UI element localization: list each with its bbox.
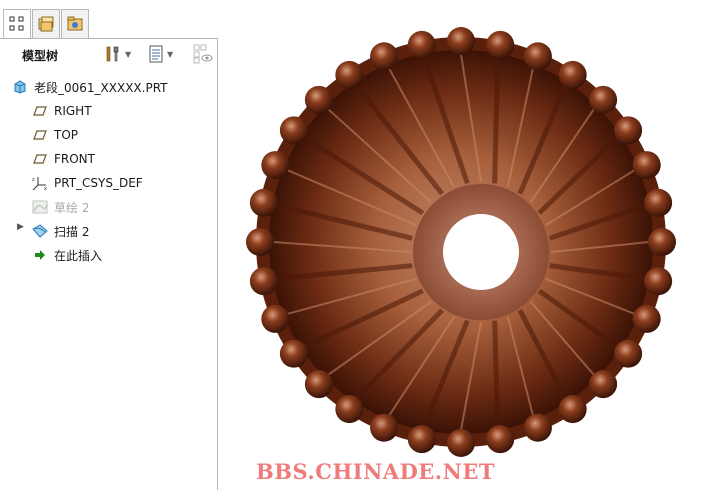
datum-plane-icon [32, 151, 48, 167]
tree-item-insert-here[interactable]: 在此插入 [32, 245, 102, 265]
filter-tool-button[interactable] [193, 44, 213, 64]
tree-item-label: 在此插入 [54, 248, 103, 263]
rim-bead [614, 116, 643, 145]
tree-item-front[interactable]: FRONT [32, 149, 95, 169]
tree-item-csys[interactable]: z x PRT_CSYS_DEF [32, 173, 143, 193]
tree-item-sketch[interactable]: 草绘 2 [32, 197, 89, 217]
flute-ridge [492, 57, 501, 184]
navigator-tabs [0, 0, 218, 40]
watermark-text: BBS.CHINADE.NET [256, 459, 495, 484]
rim-bead [486, 425, 515, 454]
rim-bead [632, 151, 661, 180]
flute-ridge [492, 320, 501, 427]
rim-bead [486, 30, 515, 59]
rim-bead [279, 116, 308, 145]
rim-bead [249, 267, 278, 296]
settings-tool-button[interactable]: ▼ [104, 44, 131, 64]
center-hub [413, 184, 549, 320]
rim-bead [370, 42, 399, 71]
rim-bead [632, 304, 661, 333]
model-tree-icon [9, 16, 24, 31]
model-tree-title: 模型树 [22, 49, 59, 63]
rim-bead [335, 60, 364, 89]
svg-text:z: z [32, 177, 35, 183]
part-icon [12, 79, 28, 95]
tools-icon [106, 46, 119, 62]
coordinate-system-icon: z x [32, 175, 48, 191]
rim-bead [370, 413, 399, 442]
rim-bead [261, 304, 290, 333]
rim-bead [589, 85, 618, 114]
expand-arrow-icon[interactable]: ▶ [17, 222, 24, 232]
folder-browser-tab[interactable] [32, 9, 60, 39]
rim-bead [523, 42, 552, 71]
list-page-icon [149, 45, 163, 63]
tree-item-sweep[interactable]: 扫描 2 [32, 221, 89, 241]
rim-bead [304, 370, 333, 399]
rim-bead [335, 395, 364, 424]
rim-bead [648, 228, 676, 256]
sketch-icon [32, 199, 48, 215]
tree-item-right[interactable]: RIGHT [32, 101, 92, 121]
tree-item-label: 扫描 2 [54, 224, 90, 239]
tree-item-top[interactable]: TOP [32, 125, 78, 145]
filter-icon [193, 44, 213, 64]
favorites-tab[interactable] [61, 9, 89, 39]
folder-browser-icon [38, 16, 54, 32]
show-tool-button[interactable]: ▼ [148, 44, 173, 64]
tree-item-label: TOP [54, 128, 79, 142]
rim-bead [614, 339, 643, 368]
tree-root-label: 老段_0061_XXXXX.PRT [34, 80, 168, 95]
tree-item-label: RIGHT [54, 104, 92, 118]
tree-item-label: 草绘 2 [54, 200, 90, 215]
favorites-icon [67, 16, 83, 31]
svg-text:x: x [44, 186, 47, 191]
datum-plane-icon [32, 103, 48, 119]
sweep-icon [32, 223, 48, 239]
rim-bead [558, 395, 587, 424]
rim-bead [407, 425, 436, 454]
rim-bead [558, 60, 587, 89]
insert-here-arrow-icon [32, 247, 48, 263]
rim-bead [447, 27, 475, 55]
rim-bead [589, 370, 618, 399]
model-tree-tab[interactable] [3, 9, 31, 39]
rim-bead [304, 85, 333, 114]
rim-bead [279, 339, 308, 368]
rim-bead [523, 413, 552, 442]
rim-bead [644, 267, 673, 296]
rim-bead [407, 30, 436, 59]
tree-item-label: PRT_CSYS_DEF [54, 176, 143, 190]
chevron-down-icon[interactable]: ▼ [125, 50, 131, 59]
tree-root-part[interactable]: 老段_0061_XXXXX.PRT [12, 77, 168, 97]
tree-item-label: FRONT [54, 152, 95, 166]
model-render [246, 27, 676, 457]
rim-bead [261, 151, 290, 180]
chevron-down-icon[interactable]: ▼ [167, 50, 173, 59]
graphics-viewport[interactable]: BBS.CHINADE.NET [219, 0, 711, 490]
rim-bead [246, 228, 274, 256]
rim-bead [249, 188, 278, 217]
model-tree-header: 模型树 ▼ ▼ [0, 39, 217, 69]
datum-plane-icon [32, 127, 48, 143]
rim-bead [644, 188, 673, 217]
model-tree-panel: 模型树 ▼ ▼ 老段_0061_XXXXX.PRT RIGHT TOP FRON… [0, 38, 218, 490]
rim-bead [447, 429, 475, 457]
